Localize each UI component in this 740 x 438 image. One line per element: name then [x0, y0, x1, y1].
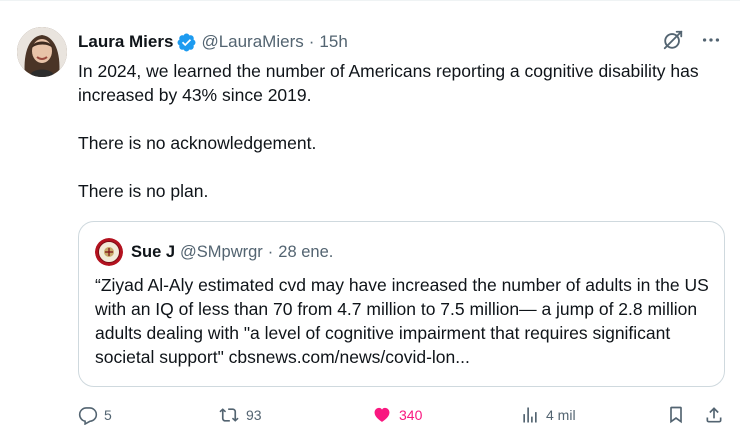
grok-icon[interactable]: [662, 29, 684, 51]
timestamp[interactable]: 15h: [319, 32, 347, 52]
verified-badge-icon: [176, 32, 197, 53]
views-count: 4 mil: [546, 407, 576, 423]
heart-icon: [374, 407, 390, 422]
reply-button[interactable]: 5: [78, 399, 112, 431]
quoted-tweet[interactable]: Sue J @SMpwrgr · 28 ene. “Ziyad Al-Aly e…: [78, 221, 725, 387]
avatar-image: [17, 27, 67, 77]
display-name[interactable]: Laura Miers: [78, 32, 173, 52]
quoted-handle[interactable]: @SMpwrgr: [180, 243, 263, 262]
retweet-count: 93: [246, 407, 262, 423]
tweet-header: Laura Miers @LauraMiers · 15h: [78, 31, 348, 53]
action-bar: 5 93 340 4 mil: [78, 399, 728, 431]
quoted-timestamp[interactable]: 28 ene.: [278, 243, 333, 262]
retweet-button[interactable]: 93: [218, 399, 262, 431]
reply-count: 5: [104, 407, 112, 423]
quoted-separator-dot: ·: [267, 242, 274, 261]
reply-icon: [78, 407, 98, 425]
bookmark-button[interactable]: [666, 399, 686, 431]
bookmark-icon: [670, 406, 682, 424]
like-button[interactable]: 340: [371, 399, 422, 431]
tweet-paragraph: There is no acknowledgement.: [78, 133, 317, 153]
avatar[interactable]: [17, 27, 67, 77]
quoted-display-name[interactable]: Sue J: [131, 243, 175, 262]
tweet-paragraph: In 2024, we learned the number of Americ…: [78, 61, 699, 105]
tweet-text: In 2024, we learned the number of Americ…: [78, 59, 728, 203]
quoted-avatar[interactable]: [95, 238, 123, 266]
tweet[interactable]: Laura Miers @LauraMiers · 15h In 2024, w…: [0, 0, 740, 438]
quoted-tweet-header: Sue J @SMpwrgr · 28 ene.: [95, 238, 333, 266]
retweet-icon: [219, 408, 239, 422]
quoted-tweet-text: “Ziyad Al-Aly estimated cvd may have inc…: [95, 275, 709, 367]
top-actions: [662, 29, 722, 51]
views-icon: [523, 407, 537, 423]
views-button[interactable]: 4 mil: [520, 399, 576, 431]
separator-dot: ·: [308, 32, 315, 51]
handle[interactable]: @LauraMiers: [201, 32, 303, 52]
share-icon: [706, 407, 722, 423]
more-icon[interactable]: [700, 29, 722, 51]
like-count: 340: [399, 407, 423, 423]
share-button[interactable]: [704, 399, 724, 431]
tweet-paragraph: There is no plan.: [78, 181, 209, 201]
